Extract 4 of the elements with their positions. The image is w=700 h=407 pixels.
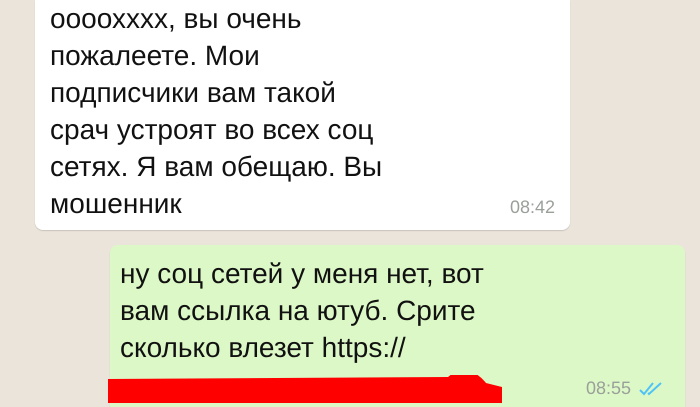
message-time: 08:42 [510,197,555,218]
message-text: ну соц сетей у меня нет, вот вам ссылка на ютуб. Срите сколько влезет https:// [120,255,503,403]
message-time: 08:55 [586,378,631,399]
message-text: оооохххх, вы очень пожалеете. Мои подписчики вам такой срач устроят во всех соц сетях. Я вам обещаю. Вы мошенник [50,2,382,221]
